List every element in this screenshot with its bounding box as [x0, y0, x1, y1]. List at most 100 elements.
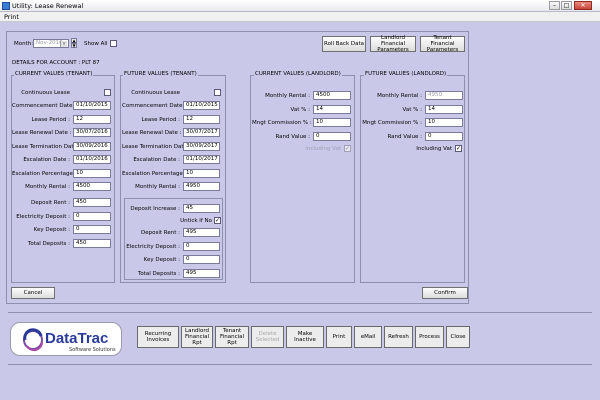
- current-tenant-deposit-field-3[interactable]: 450: [73, 238, 111, 248]
- current-tenant-field-0[interactable]: 01/10/2015: [73, 101, 111, 110]
- future-tenant-deposit-field-1[interactable]: 0: [183, 241, 220, 251]
- current-continuous-lease-checkbox[interactable]: [104, 89, 111, 96]
- logo-tagline: Software Solutions: [69, 347, 116, 353]
- toolbar-button-email[interactable]: eMail: [354, 326, 382, 348]
- untick-if-no-checkbox[interactable]: ✓: [214, 217, 221, 224]
- future-tenant-field-5[interactable]: 10: [183, 168, 220, 178]
- current-landlord-field-1[interactable]: 14: [313, 104, 351, 114]
- current-landlord-label-1: Vat % :: [290, 106, 310, 113]
- app-icon: [2, 2, 10, 10]
- future-tenant-deposit-label-3: Total Deposits :: [137, 270, 180, 277]
- toolbar-button-delete-selected[interactable]: Delete Selected: [251, 326, 284, 348]
- future-continuous-lease-checkbox[interactable]: [214, 89, 221, 96]
- future-tenant-title: FUTURE VALUES (TENANT): [123, 71, 198, 77]
- future-landlord-label-0: Monthly Rental :: [377, 93, 422, 99]
- future-landlord-label-1: Vat % :: [402, 106, 422, 113]
- toolbar-button-refresh[interactable]: Refresh: [384, 326, 413, 348]
- toolbar-button-close[interactable]: Close: [446, 326, 470, 348]
- current-tenant-deposit-label-1: Electricity Deposit :: [16, 213, 70, 220]
- future-including-vat-checkbox[interactable]: ✓: [455, 145, 462, 152]
- current-tenant-deposit-field-2[interactable]: 0: [73, 225, 111, 234]
- future-tenant-label-2: Lease Renewal Date :: [122, 130, 182, 136]
- future-tenant-label-4: Escalation Date :: [133, 157, 180, 163]
- toolbar-button-print[interactable]: Print: [326, 326, 352, 348]
- current-landlord-label-0: Monthly Rental :: [265, 93, 310, 99]
- current-tenant-deposit-label-0: Deposit Rent :: [31, 200, 70, 206]
- current-landlord-title: CURRENT VALUES (LANDLORD): [254, 71, 342, 77]
- future-tenant-deposit-label-1: Electricity Deposit :: [126, 243, 180, 250]
- current-landlord-label-2: Mngt Commission % :: [252, 120, 312, 126]
- menu-bar: Print: [0, 12, 600, 22]
- untick-if-no-label: Untick if No: [180, 218, 212, 224]
- current-tenant-label-5: Escalation Percentage :: [12, 170, 77, 177]
- minimize-button[interactable]: –: [549, 1, 560, 10]
- toolbar-button-landlord-financial-rpt[interactable]: Landlord Financial Rpt: [181, 326, 213, 348]
- toolbar-button-process[interactable]: Process: [415, 326, 444, 348]
- current-landlord-field-0[interactable]: 4500: [313, 91, 351, 100]
- current-landlord-label-3: Rand Value :: [275, 133, 310, 140]
- future-tenant-field-0[interactable]: 01/10/2015: [183, 101, 220, 110]
- current-tenant-field-4[interactable]: 01/10/2016: [73, 155, 111, 164]
- future-landlord-field-2[interactable]: 10: [425, 118, 463, 127]
- current-tenant-field-6[interactable]: 4500: [73, 182, 111, 191]
- deposit-increase-field[interactable]: 45: [183, 204, 220, 213]
- future-tenant-label-5: Escalation Percentage :: [122, 170, 187, 177]
- future-landlord-field-0[interactable]: 4950: [425, 91, 463, 100]
- current-tenant-title: CURRENT VALUES (TENANT): [14, 71, 94, 77]
- datatrac-logo: DataTrac Software Solutions: [10, 322, 122, 356]
- future-tenant-label-6: Monthly Rental :: [135, 184, 180, 190]
- current-tenant-deposit-label-2: Key Deposit :: [33, 227, 70, 233]
- confirm-button[interactable]: Confirm: [422, 287, 468, 299]
- future-tenant-deposit-field-3[interactable]: 495: [183, 268, 220, 278]
- future-tenant-field-2[interactable]: 30/07/2017: [183, 128, 220, 137]
- future-continuous-lease-label: Continuous Lease: [131, 90, 180, 96]
- bottom-divider: [8, 364, 592, 365]
- future-tenant-label-1: Lease Period :: [141, 116, 180, 123]
- future-landlord-label-2: Mngt Commission % :: [362, 120, 422, 126]
- toolbar-button-tenant-financial-rpt[interactable]: Tenant Financial Rpt: [215, 326, 249, 348]
- future-tenant-deposit-label-2: Key Deposit :: [143, 257, 180, 263]
- current-tenant-deposit-field-0[interactable]: 450: [73, 198, 111, 207]
- future-tenant-label-3: Lease Termination Date :: [122, 143, 191, 150]
- window-title: Utility: Lease Renewal: [12, 2, 84, 10]
- current-including-vat-label: Including Vat: [305, 146, 341, 152]
- future-tenant-field-6[interactable]: 4950: [183, 182, 220, 191]
- future-tenant-label-0: Commencement Date :: [122, 103, 187, 109]
- current-tenant-label-1: Lease Period :: [31, 116, 70, 123]
- current-tenant-label-3: Lease Termination Date :: [12, 143, 81, 150]
- future-tenant-field-3[interactable]: 30/09/2017: [183, 141, 220, 151]
- logo-text: DataTrac: [45, 330, 109, 347]
- future-tenant-deposit-field-0[interactable]: 495: [183, 228, 220, 237]
- current-tenant-label-6: Monthly Rental :: [25, 184, 70, 190]
- current-tenant-field-1[interactable]: 12: [73, 114, 111, 124]
- toolbar-button-make-inactive[interactable]: Make Inactive: [286, 326, 324, 348]
- divider: [8, 312, 592, 313]
- current-tenant-label-4: Escalation Date :: [23, 157, 70, 163]
- maximize-button[interactable]: □: [561, 1, 572, 10]
- future-tenant-deposit-label-0: Deposit Rent :: [141, 230, 180, 236]
- deposit-increase-label: Deposit Increase :: [130, 206, 180, 212]
- close-window-button[interactable]: ✕: [574, 1, 592, 10]
- current-including-vat-checkbox[interactable]: ✓: [344, 145, 351, 152]
- current-tenant-field-3[interactable]: 30/09/2016: [73, 141, 111, 151]
- current-landlord-field-3[interactable]: 0: [313, 131, 351, 141]
- future-landlord-field-1[interactable]: 14: [425, 104, 463, 114]
- title-bar: Utility: Lease Renewal – □ ✕: [0, 0, 600, 12]
- current-tenant-deposit-label-3: Total Deposits :: [27, 240, 70, 247]
- future-landlord-field-3[interactable]: 0: [425, 131, 463, 141]
- continuous-lease-label: Continuous Lease: [21, 90, 70, 96]
- future-landlord-title: FUTURE VALUES (LANDLORD): [364, 71, 448, 77]
- current-landlord-field-2[interactable]: 10: [313, 118, 351, 127]
- future-including-vat-label: Including Vat: [416, 146, 452, 152]
- future-tenant-field-1[interactable]: 12: [183, 114, 220, 124]
- current-tenant-deposit-field-1[interactable]: 0: [73, 211, 111, 221]
- current-tenant-label-2: Lease Renewal Date :: [12, 130, 72, 136]
- toolbar-button-recurring-invoices[interactable]: Recurring Invoices: [137, 326, 179, 348]
- future-landlord-label-3: Rand Value :: [387, 133, 422, 140]
- future-tenant-field-4[interactable]: 01/10/2017: [183, 155, 220, 164]
- menu-item-print[interactable]: Print: [4, 13, 19, 21]
- current-tenant-field-5[interactable]: 10: [73, 168, 111, 178]
- future-tenant-deposit-field-2[interactable]: 0: [183, 255, 220, 264]
- cancel-button[interactable]: Cancel: [11, 287, 55, 299]
- current-tenant-field-2[interactable]: 30/07/2016: [73, 128, 111, 137]
